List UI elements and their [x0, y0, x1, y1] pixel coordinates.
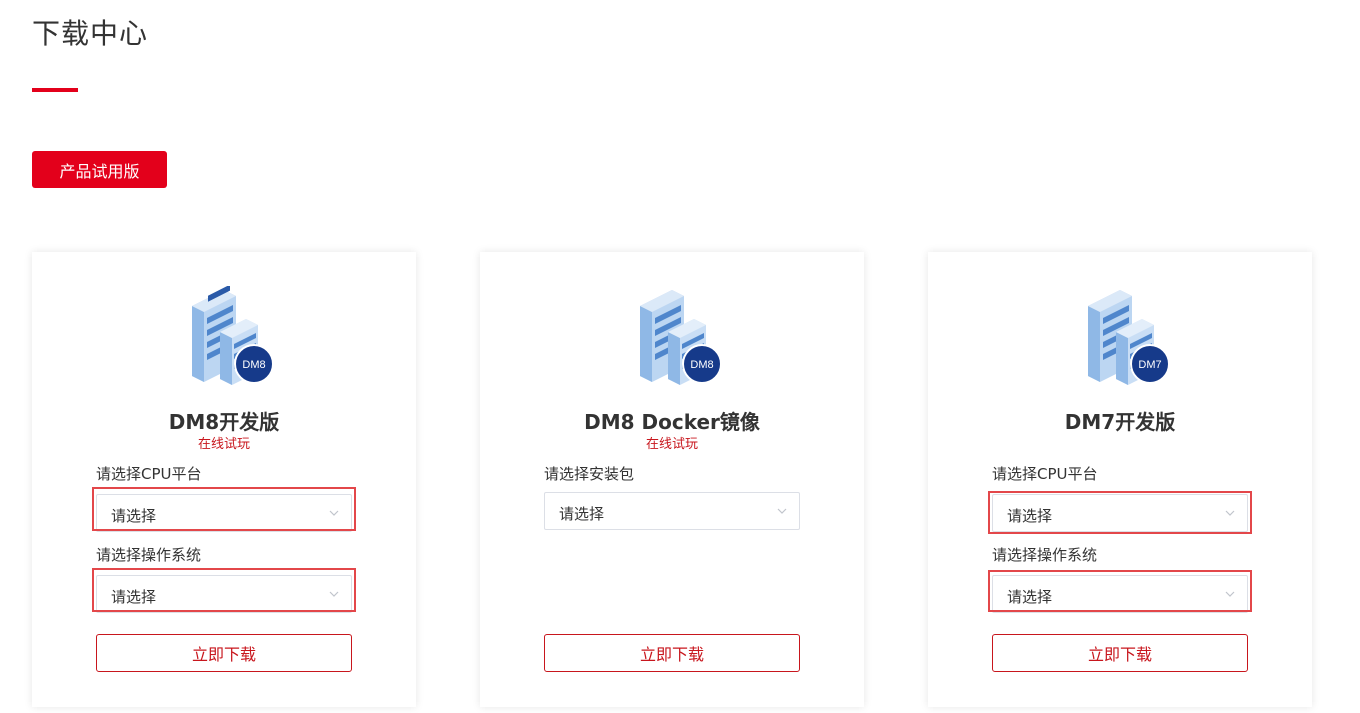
- version-badge: DM8: [690, 359, 713, 371]
- package-select[interactable]: 请选择: [544, 492, 800, 530]
- cpu-platform-label: 请选择CPU平台: [96, 465, 202, 483]
- product-name: DM8开发版: [168, 410, 280, 434]
- product-card-dm8-docker: DM8 DM8 Docker镜像 在线试玩 请选择安装包 请选择 立即下载: [480, 252, 864, 707]
- online-trial-link[interactable]: 在线试玩: [480, 433, 864, 452]
- chevron-down-icon: [777, 508, 787, 514]
- os-select[interactable]: 请选择: [992, 575, 1248, 613]
- cpu-platform-label: 请选择CPU平台: [992, 465, 1098, 483]
- select-value: 请选择: [111, 507, 157, 525]
- download-button[interactable]: 立即下载: [96, 634, 352, 672]
- select-value: 请选择: [559, 505, 605, 523]
- version-badge: DM7: [1138, 359, 1161, 371]
- os-select[interactable]: 请选择: [96, 575, 352, 613]
- database-server-icon: DM8: [640, 290, 722, 385]
- os-label: 请选择操作系统: [96, 546, 202, 564]
- product-name: DM8 Docker镜像: [584, 410, 760, 434]
- cpu-platform-select[interactable]: 请选择: [96, 494, 352, 532]
- version-badge: DM8: [242, 359, 265, 371]
- select-value: 请选择: [1007, 507, 1053, 525]
- database-server-icon: DM8: [192, 286, 274, 385]
- download-button[interactable]: 立即下载: [992, 634, 1248, 672]
- select-value: 请选择: [111, 588, 157, 606]
- chevron-down-icon: [329, 591, 339, 597]
- online-trial-link[interactable]: 在线试玩: [32, 433, 416, 452]
- chevron-down-icon: [1225, 510, 1235, 516]
- package-label: 请选择安装包: [544, 465, 635, 483]
- select-value: 请选择: [1007, 588, 1053, 606]
- page-title: 下载中心: [32, 17, 149, 50]
- product-card-dm8-dev: DM8 DM8开发版 在线试玩 请选择CPU平台 请选择 请选择操作系统 请选择…: [32, 252, 416, 707]
- product-name: DM7开发版: [1064, 410, 1176, 434]
- product-card-dm7-dev: DM7 DM7开发版 请选择CPU平台 请选择 请选择操作系统 请选择 立即下载: [928, 252, 1312, 707]
- tab-product-trial[interactable]: 产品试用版: [32, 151, 167, 188]
- chevron-down-icon: [1225, 591, 1235, 597]
- database-server-icon: DM7: [1088, 290, 1170, 385]
- title-underline: [32, 88, 78, 92]
- chevron-down-icon: [329, 510, 339, 516]
- cpu-platform-select[interactable]: 请选择: [992, 494, 1248, 532]
- download-button[interactable]: 立即下载: [544, 634, 800, 672]
- os-label: 请选择操作系统: [992, 546, 1098, 564]
